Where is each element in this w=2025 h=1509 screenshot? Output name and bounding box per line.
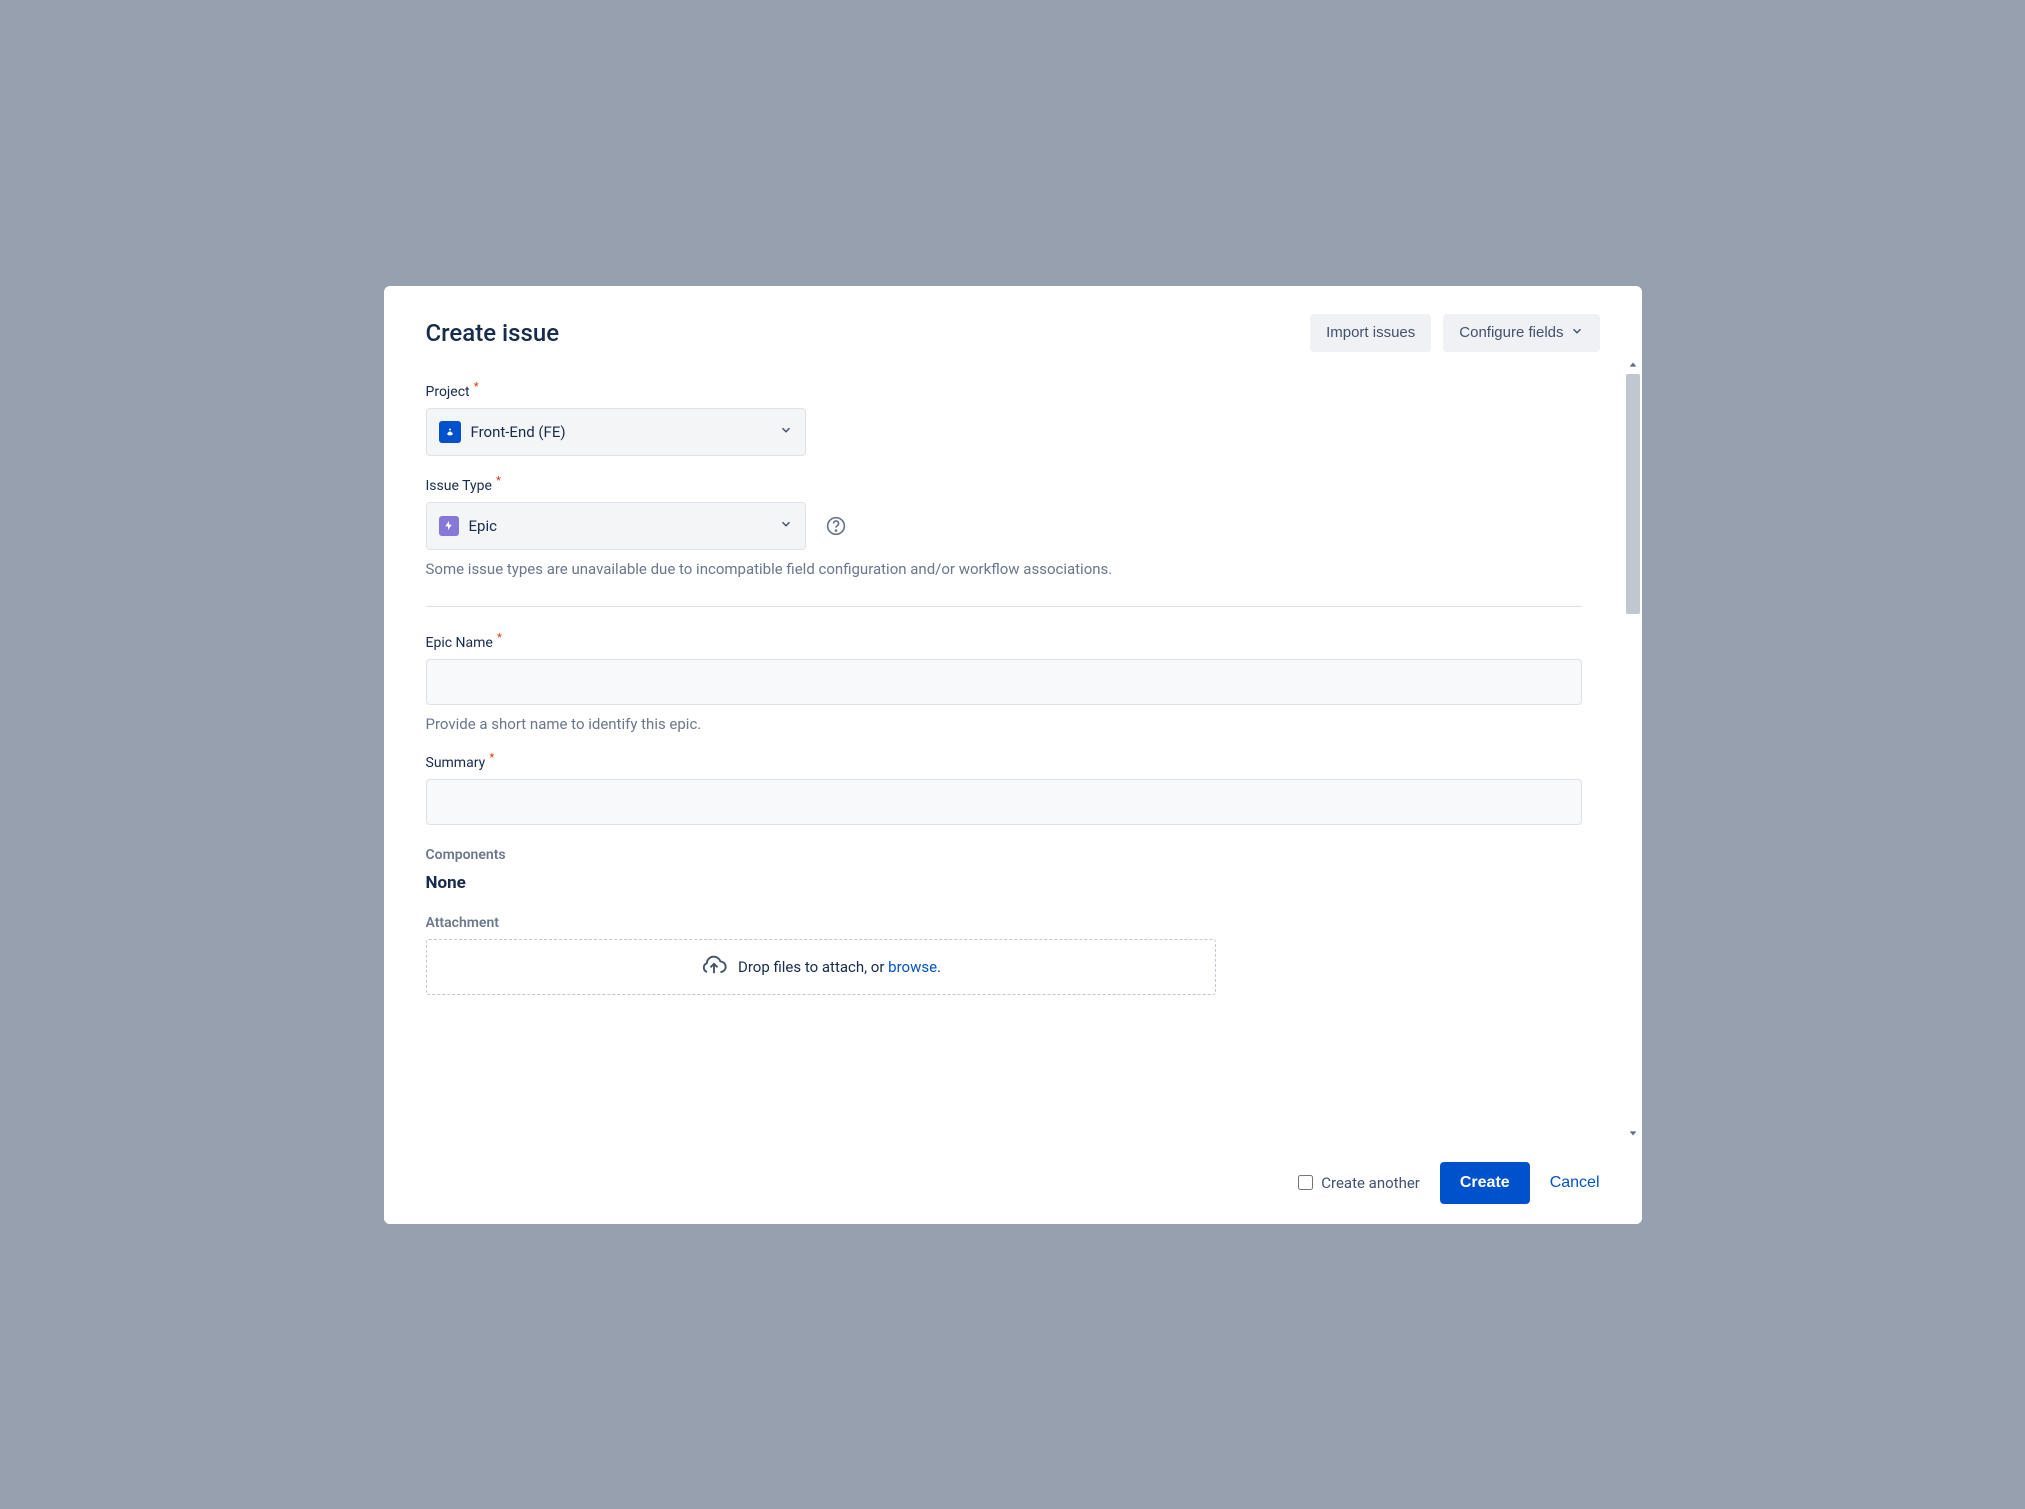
attachment-label: Attachment (426, 915, 500, 931)
configure-fields-label: Configure fields (1459, 324, 1563, 341)
epic-issuetype-icon (439, 516, 459, 536)
project-select[interactable]: Front-End (FE) (426, 408, 806, 456)
dropzone-period: . (937, 958, 941, 976)
chevron-down-icon (779, 423, 793, 441)
issue-type-select-value: Epic (469, 517, 769, 535)
summary-label-text: Summary (426, 755, 486, 771)
modal-footer: Create another Create Cancel (384, 1142, 1642, 1224)
issue-type-label-text: Issue Type (426, 478, 492, 494)
required-star-icon: * (496, 474, 501, 487)
epic-name-label: Epic Name * (426, 635, 493, 651)
chevron-down-icon (779, 517, 793, 535)
create-issue-modal: Create issue Import issues Configure fie… (384, 286, 1642, 1224)
epic-name-input[interactable] (426, 659, 1582, 705)
issue-type-field-group: Issue Type * Epic (426, 478, 1582, 578)
summary-input[interactable] (426, 779, 1582, 825)
create-another-checkbox[interactable] (1298, 1175, 1313, 1190)
create-another-checkbox-wrap[interactable]: Create another (1298, 1174, 1420, 1192)
project-label-text: Project (426, 384, 470, 400)
create-button[interactable]: Create (1440, 1162, 1530, 1204)
scrollbar[interactable] (1624, 356, 1642, 1142)
import-issues-label: Import issues (1326, 324, 1415, 341)
attachment-field-group: Attachment Drop files to attach, or brow… (426, 915, 1582, 995)
attachment-dropzone[interactable]: Drop files to attach, or browse. (426, 939, 1216, 995)
epic-name-field-group: Epic Name * Provide a short name to iden… (426, 635, 1582, 733)
configure-fields-button[interactable]: Configure fields (1443, 314, 1599, 352)
project-field-group: Project * Front-End (FE) (426, 384, 1582, 456)
modal-body-wrap: Project * Front-End (FE) (384, 356, 1642, 1142)
modal-title: Create issue (426, 319, 560, 347)
create-another-label: Create another (1321, 1174, 1420, 1192)
header-actions: Import issues Configure fields (1310, 314, 1599, 352)
scroll-down-arrow-icon[interactable] (1624, 1124, 1642, 1142)
project-label: Project * (426, 384, 470, 400)
section-divider (426, 606, 1582, 607)
project-avatar-icon (439, 421, 461, 443)
cancel-button-label: Cancel (1550, 1174, 1600, 1191)
cancel-button[interactable]: Cancel (1550, 1174, 1600, 1192)
required-star-icon: * (497, 631, 502, 644)
epic-name-label-text: Epic Name (426, 635, 493, 651)
scroll-up-arrow-icon[interactable] (1624, 356, 1642, 374)
scrollbar-thumb[interactable] (1626, 374, 1640, 614)
browse-link[interactable]: browse (888, 958, 937, 976)
summary-label: Summary * (426, 755, 486, 771)
chevron-down-icon (1570, 324, 1584, 342)
issue-type-help-icon[interactable] (824, 514, 848, 538)
components-label: Components (426, 847, 506, 863)
dropzone-prefix: Drop files to attach, or (738, 958, 888, 976)
modal-header: Create issue Import issues Configure fie… (384, 286, 1642, 356)
dropzone-text: Drop files to attach, or browse. (738, 958, 941, 976)
epic-name-hint: Provide a short name to identify this ep… (426, 715, 1582, 733)
components-value[interactable]: None (426, 873, 1582, 893)
import-issues-button[interactable]: Import issues (1310, 314, 1431, 352)
issue-type-label: Issue Type * (426, 478, 492, 494)
project-select-value: Front-End (FE) (471, 423, 769, 441)
issue-type-hint: Some issue types are unavailable due to … (426, 560, 1582, 578)
modal-body: Project * Front-End (FE) (426, 356, 1624, 1142)
summary-field-group: Summary * (426, 755, 1582, 825)
issue-type-select[interactable]: Epic (426, 502, 806, 550)
required-star-icon: * (474, 380, 479, 393)
components-field-group: Components None (426, 847, 1582, 893)
upload-cloud-icon (700, 951, 728, 983)
required-star-icon: * (489, 751, 494, 764)
create-button-label: Create (1460, 1174, 1510, 1191)
